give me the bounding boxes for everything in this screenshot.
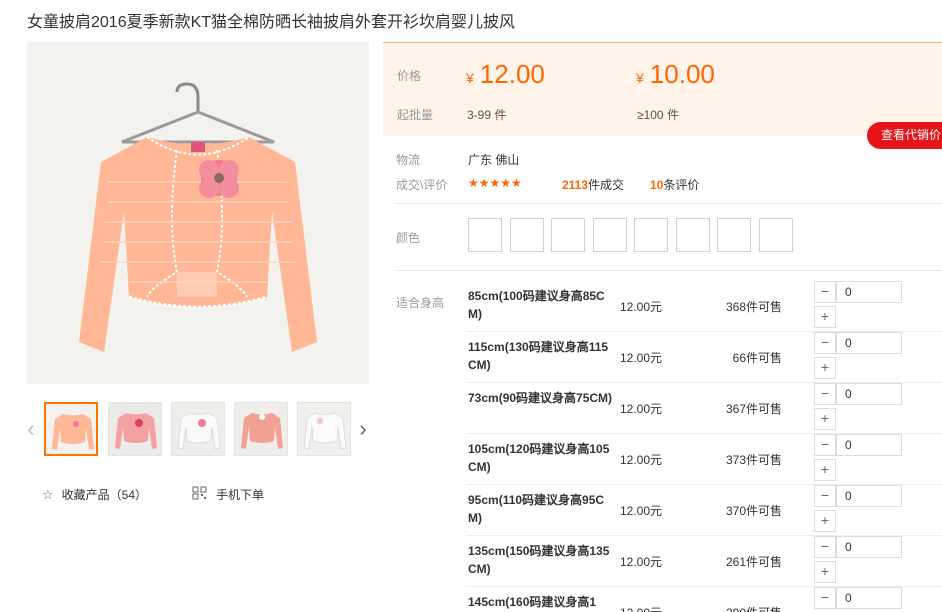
size-name: 73cm(90码建议身高75CM) [468,391,613,405]
size-price: 12.00元 [620,300,663,314]
qty-input[interactable]: 0 [836,383,902,405]
qty-minus-button[interactable]: − [814,383,836,405]
qty-minus-button[interactable]: − [814,332,836,354]
color-swatch-8[interactable] [759,218,793,252]
size-label: 适合身高 [396,296,445,310]
product-title: 女童披肩2016夏季新款KT猫全棉防晒长袖披肩外套开衫坎肩婴儿披风 [27,14,516,31]
color-swatch-3[interactable] [551,218,585,252]
qty-input[interactable]: 0 [836,332,902,354]
currency-symbol: ¥ [466,70,474,86]
origin-value: 广东 佛山 [468,153,520,167]
rating-stars: ★★★★★ [468,176,522,190]
qty-input[interactable]: 0 [836,587,902,609]
size-price: 12.00元 [620,402,663,416]
qty-plus-button[interactable]: + [814,357,836,379]
qty-plus-button[interactable]: + [814,306,836,328]
qty-minus-button[interactable]: − [814,536,836,558]
qty-plus-button[interactable]: + [814,561,836,583]
thumbnail-5[interactable] [297,402,351,456]
trade-count: 2113件成交 [562,176,624,193]
favorite-label: 收藏产品（54） [61,488,148,502]
size-name: 85cm(100码建议身高85CM) [468,289,605,321]
color-swatch-4[interactable] [593,218,627,252]
size-price: 12.00元 [620,604,662,612]
size-stock: 66件可售 [732,351,782,365]
logistics-label: 物流 [396,153,421,167]
mobile-order-button[interactable]: 手机下单 [192,486,264,503]
color-swatch-5[interactable] [634,218,668,252]
size-price: 12.00元 [620,504,663,518]
color-swatch-2[interactable] [510,218,544,252]
thumbnail-2[interactable] [108,402,162,456]
size-row: 73cm(90码建议身高75CM) 12.00元 367件可售 − 0 + [466,383,942,434]
size-row: 145cm(160码建议身高1 12.00元 390件可售 − 0 [466,587,942,612]
price-amount: 10.00 [649,59,715,89]
rating-label: 成交\评价 [396,178,448,192]
review-suffix: 条评价 [663,178,700,192]
qty-input[interactable]: 0 [836,434,902,456]
product-actions: ☆ 收藏产品（54） 手机下单 [42,486,372,506]
size-stock: 261件可售 [725,555,782,569]
size-name: 105cm(120码建议身高105CM) [468,442,610,474]
qr-code-icon [192,486,208,503]
size-row: 135cm(150码建议身高135CM) 12.00元 261件可售 − 0 + [466,536,942,587]
thumbnail-next-arrow[interactable]: › [356,416,370,442]
thumbnail-1[interactable] [44,402,98,456]
color-label: 颜色 [396,231,421,245]
color-swatch-6[interactable] [676,218,710,252]
moq-tier-2: ≥100 件 [637,108,679,122]
color-swatch-7[interactable] [717,218,751,252]
size-price: 12.00元 [620,453,663,467]
moq-tier-1: 3-99 件 [467,108,507,122]
qty-input[interactable]: 0 [836,536,902,558]
price-label: 价格 [397,69,422,83]
thumbnail-prev-arrow[interactable]: ‹ [24,416,38,442]
qty-input[interactable]: 0 [836,281,902,303]
size-stock: 390件可售 [666,604,782,612]
size-stock: 368件可售 [725,300,782,314]
price-tier-2: ¥ 10.00 [636,59,715,90]
view-agent-price-button[interactable]: 查看代销价 [867,122,942,149]
qty-minus-button[interactable]: − [814,485,836,507]
size-price: 12.00元 [620,351,663,365]
qty-plus-button[interactable]: + [814,459,836,481]
divider [396,203,942,204]
price-tier-1: ¥ 12.00 [466,59,545,90]
favorite-button[interactable]: ☆ 收藏产品（54） [42,486,147,503]
thumbnail-4[interactable] [234,402,288,456]
qty-minus-button[interactable]: − [814,281,836,303]
qty-plus-button[interactable]: + [814,510,836,532]
qty-minus-button[interactable]: − [814,434,836,456]
size-row: 105cm(120码建议身高105CM) 12.00元 373件可售 − 0 + [466,434,942,485]
review-count[interactable]: 10条评价 [650,176,699,193]
qty-input[interactable]: 0 [836,485,902,507]
mobile-order-label: 手机下单 [216,488,265,502]
size-price: 12.00元 [620,555,663,569]
thumbnail-3[interactable] [171,402,225,456]
color-swatch-1[interactable] [468,218,502,252]
moq-label: 起批量 [397,108,434,122]
thumbnail-strip: ‹ › [24,400,374,460]
size-name: 115cm(130码建议身高115CM) [468,340,609,372]
size-row: 115cm(130码建议身高115CM) 12.00元 66件可售 − 0 + [466,332,942,383]
divider [396,270,942,271]
size-stock: 367件可售 [725,402,782,416]
qty-plus-button[interactable]: + [814,408,836,430]
currency-symbol: ¥ [636,70,644,86]
trade-suffix: 件成交 [588,178,625,192]
size-name: 145cm(160码建议身高1 [468,595,597,609]
price-amount: 12.00 [479,59,545,89]
size-stock: 373件可售 [725,453,782,467]
qty-minus-button[interactable]: − [814,587,836,609]
size-name: 135cm(150码建议身高135CM) [468,544,610,576]
size-row: 95cm(110码建议身高95CM) 12.00元 370件可售 − 0 + [466,485,942,536]
review-count-number: 10 [650,178,664,192]
main-product-image[interactable] [27,42,369,384]
price-panel: 价格 ¥ 12.00 ¥ 10.00 起批量 3-99 件 ≥100 件 [383,42,942,136]
size-stock: 370件可售 [725,504,782,518]
size-name: 95cm(110码建议身高95CM) [468,493,605,525]
star-outline-icon: ☆ [42,486,54,502]
size-row: 85cm(100码建议身高85CM) 12.00元 368件可售 − 0 + [466,281,942,332]
trade-count-number: 2113 [562,178,589,192]
